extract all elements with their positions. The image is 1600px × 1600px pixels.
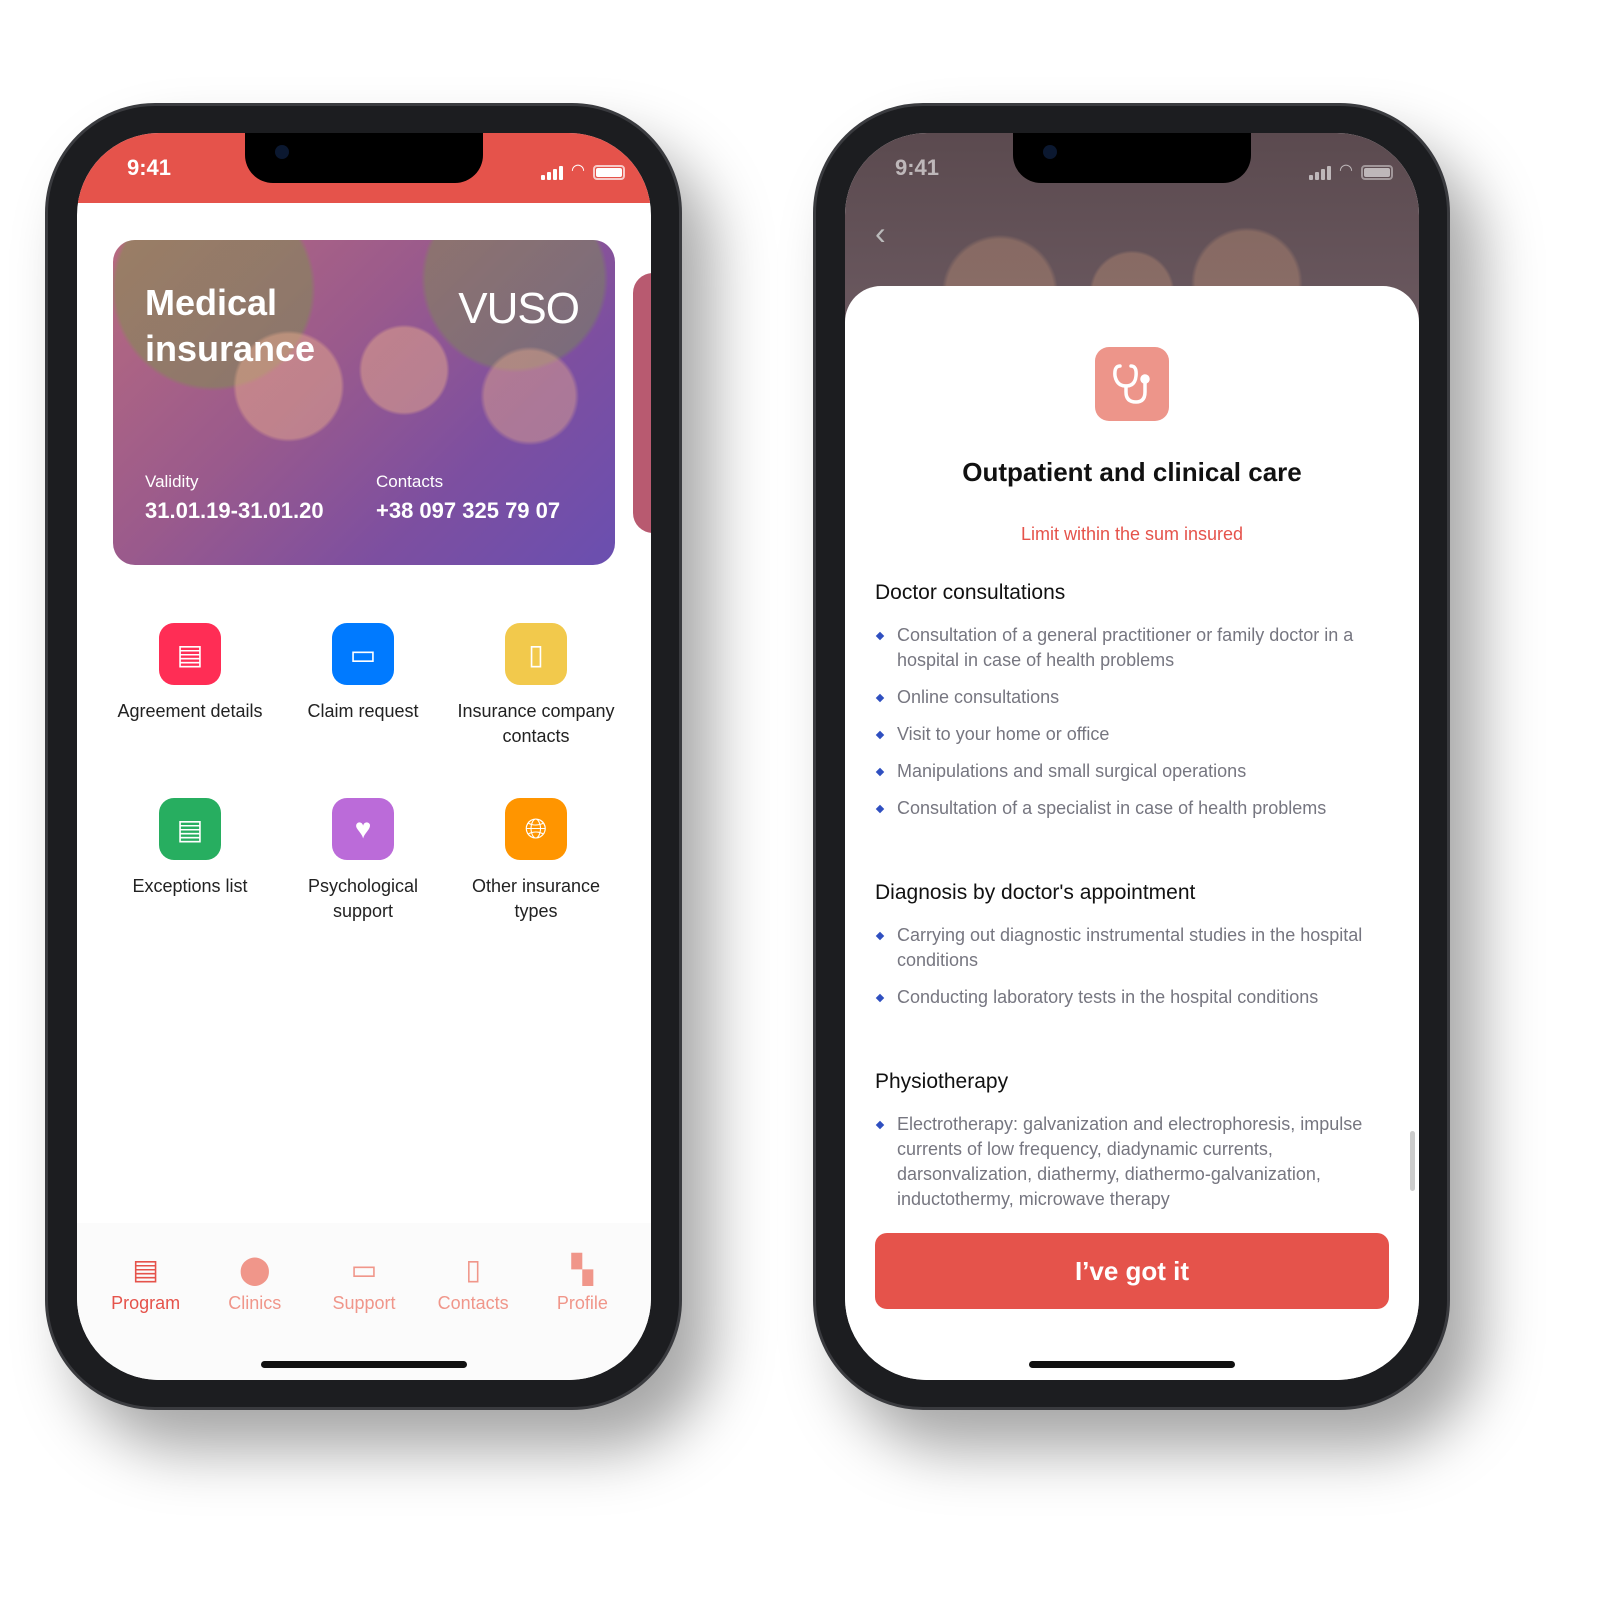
home-indicator — [1029, 1361, 1235, 1368]
document-icon: ▤ — [159, 623, 221, 685]
section-heading: Diagnosis by doctor's appointment — [875, 881, 1196, 904]
validity-value: 31.01.19-31.01.20 — [145, 498, 324, 523]
phone-detail: 9:41 ◠ ‹ Outpatient and clinical care Li… — [813, 103, 1450, 1410]
list-item: Carrying out diagnostic instrumental stu… — [875, 923, 1389, 973]
section-doctor-consultations: Doctor consultations Consultation of a g… — [875, 581, 1389, 821]
home-screen: 9:41 ◠ Medical insurance VUSO Validity 31… — [77, 133, 651, 1380]
notch — [245, 133, 483, 183]
list-item: Manipulations and small surgical operati… — [875, 759, 1389, 784]
got-it-button[interactable]: I’ve got it — [875, 1233, 1389, 1309]
section-heading: Doctor consultations — [875, 581, 1066, 604]
section-heading: Physiotherapy — [875, 1070, 1009, 1093]
signal-icon — [541, 166, 564, 180]
status-time: 9:41 — [127, 155, 172, 180]
list-item: Consultation of a general practitioner o… — [875, 623, 1389, 673]
back-chevron-icon[interactable]: ‹ — [875, 215, 886, 252]
vuso-logo: VUSO — [458, 284, 580, 333]
phone-icon: ▯ — [505, 623, 567, 685]
stethoscope-icon — [1095, 347, 1169, 421]
insurance-card[interactable]: Medical insurance VUSO Validity 31.01.19-… — [113, 240, 615, 565]
phone-icon: ▯ — [465, 1253, 481, 1285]
battery-icon — [593, 165, 625, 180]
section-diagnosis: Diagnosis by doctor's appointment Carryi… — [875, 881, 1389, 1010]
card-icon: ▭ — [332, 623, 394, 685]
battery-icon — [1361, 165, 1393, 180]
contacts-label: Contacts — [376, 472, 444, 491]
list-item: Visit to your home or office — [875, 722, 1389, 747]
tile-exceptions-list[interactable]: ▤ Exceptions list — [100, 798, 280, 899]
list-item: Online consultations — [875, 685, 1389, 710]
detail-screen: 9:41 ◠ ‹ Outpatient and clinical care Li… — [845, 133, 1419, 1380]
wifi-icon: ◠ — [1339, 162, 1353, 179]
heart-icon: ♥ — [332, 798, 394, 860]
signal-icon — [1309, 166, 1332, 180]
chat-icon: ▭ — [350, 1253, 378, 1285]
card-title: Medical insurance — [145, 282, 316, 369]
phone-home: 9:41 ◠ Medical insurance VUSO Validity 31… — [45, 103, 682, 1410]
wifi-icon: ◠ — [571, 162, 585, 179]
section-physiotherapy: Physiotherapy Electrotherapy: galvanizat… — [875, 1070, 1389, 1212]
tile-claim-request[interactable]: ▭ Claim request — [273, 623, 453, 724]
tile-other-insurance[interactable]: 🌐︎ Other insurance types — [446, 798, 626, 924]
home-indicator — [261, 1361, 467, 1368]
detail-sheet: Outpatient and clinical care Limit withi… — [845, 286, 1419, 1380]
contacts-value[interactable]: +38 097 325 79 07 — [376, 498, 560, 524]
list-item: Consultation of a specialist in case of … — [875, 796, 1389, 821]
grid-icon: ▚ — [571, 1253, 594, 1285]
tab-profile[interactable]: ▚ Profile — [530, 1253, 634, 1380]
list-item: Electrotherapy: galvanization and electr… — [875, 1112, 1389, 1212]
tile-psychological-support[interactable]: ♥ Psychological support — [273, 798, 453, 924]
notch — [1013, 133, 1251, 183]
status-time: 9:41 — [895, 155, 940, 180]
tab-bar: ▤ Program ⬤ Clinics ▭ Support ▯ Contacts ▚ Pr… — [77, 1223, 651, 1380]
globe-icon: 🌐︎ — [505, 798, 567, 860]
tile-insurance-contacts[interactable]: ▯ Insurance company contacts — [446, 623, 626, 749]
limit-note: Limit within the sum insured — [1020, 524, 1244, 544]
next-card[interactable] — [633, 273, 651, 533]
list-icon: ▤ — [159, 798, 221, 860]
document-icon: ▤ — [132, 1253, 159, 1285]
list-item: Conducting laboratory tests in the hospi… — [875, 985, 1389, 1010]
detail-title: Outpatient and clinical care — [962, 457, 1302, 487]
location-pin-icon: ⬤ — [239, 1253, 271, 1285]
validity-label: Validity — [145, 472, 199, 491]
tab-program[interactable]: ▤ Program — [94, 1253, 198, 1380]
scrollbar[interactable] — [1410, 1131, 1415, 1191]
tile-agreement-details[interactable]: ▤ Agreement details — [100, 623, 280, 724]
